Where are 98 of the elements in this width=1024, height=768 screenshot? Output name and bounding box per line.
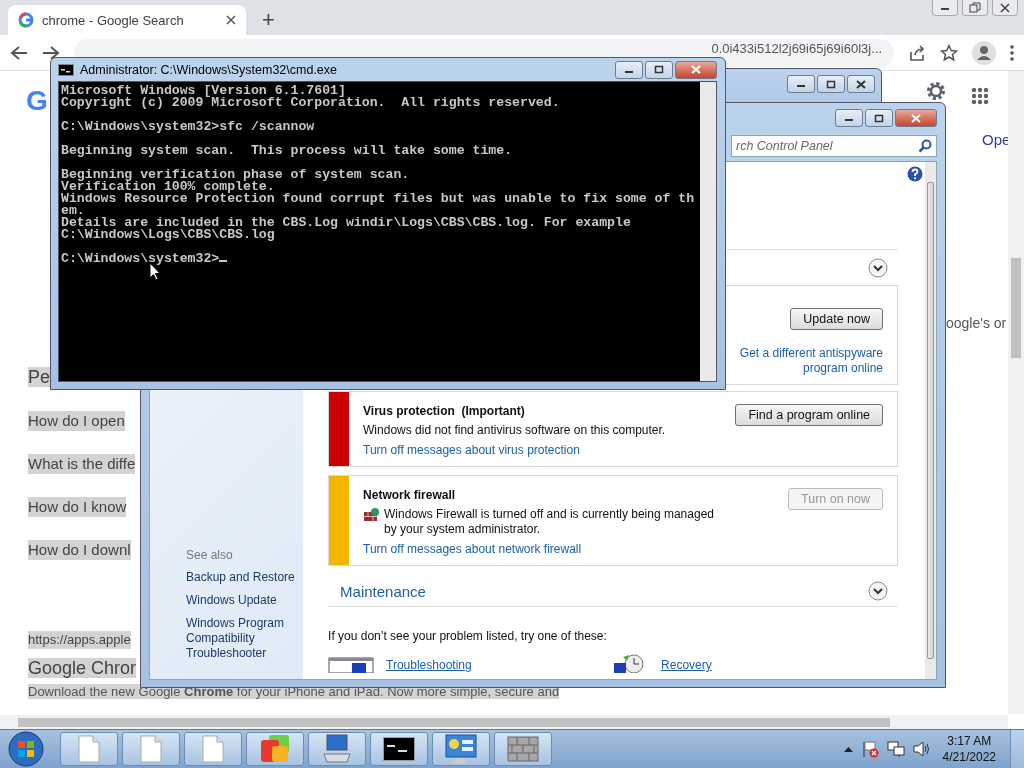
search-field[interactable]: rch Control Panel [731,134,937,157]
close-icon [691,65,701,74]
close-icon[interactable] [226,15,236,25]
alert-message: Windows Firewall is turned off and is currently being managed by your system administrator. [384,507,715,537]
flag-icon[interactable] [860,740,879,758]
new-tab-button[interactable]: + [256,5,281,35]
option-link[interactable]: Troubleshooting [386,658,472,673]
maximize-button[interactable] [645,60,673,79]
option-link[interactable]: Recovery [661,658,712,673]
vertical-scrollbar[interactable] [700,82,716,381]
close-button[interactable] [847,75,875,93]
star-icon[interactable] [940,43,958,62]
vertical-scrollbar[interactable] [1008,71,1024,714]
update-now-button[interactable]: Update now [790,308,884,330]
console-line: Microsoft Windows [Version 6.1.7601] [61,85,346,97]
sidebar-link[interactable]: Windows Update [186,593,304,608]
console-line: Copyright (c) 2009 Microsoft Corporation. All rights reserved. [61,97,561,109]
console-line: Verification 100% complete. [61,181,275,193]
console-line: C:\Windows\system32>sfc /scannow [61,121,316,133]
network-icon[interactable] [886,740,905,758]
share-icon[interactable] [908,43,926,62]
console-icon [58,63,74,76]
minimize-button[interactable] [787,75,815,93]
console-line: em. [61,205,85,217]
close-icon [911,113,921,123]
logo-fragment: G [26,85,48,117]
console-icon [383,737,415,761]
result-snippet: oogle's or [946,315,1007,331]
document-icon [140,735,162,763]
forward-arrow-icon[interactable] [42,44,60,61]
antispyware-link[interactable]: Get a different antispyware program online [723,346,884,376]
alert-message: Windows did not find antivirus software on this computer. [363,423,666,438]
taskbar-button[interactable] [370,732,428,766]
console-line: Details are included in the CBS.Log windir\Logs\CBS\CBS.log. For example [61,217,632,229]
control-panel-icon [445,734,477,764]
question-text[interactable]: How do I downl [28,540,131,560]
console-line: Beginning system scan. This process will take some time. [61,145,514,157]
search-icon [918,138,932,153]
text-cursor-icon [219,260,228,262]
action-button[interactable]: Find a program online [735,404,884,426]
close-button[interactable] [895,109,937,127]
show-hidden-icons-button[interactable] [843,746,853,752]
back-arrow-icon[interactable] [10,44,28,61]
question-text[interactable]: How do I know [28,497,127,517]
vertical-scrollbar[interactable] [925,162,936,679]
apps-grid-icon[interactable] [971,87,989,105]
console-line: C:\Windows\Logs\CBS\CBS.log [61,229,276,241]
question-text[interactable]: What is the diffe [28,454,136,474]
windows-logo-icon [8,731,44,767]
minimize-button[interactable] [932,0,958,16]
close-icon [856,79,866,89]
browser-tab[interactable]: chrome - Google Search [8,5,246,35]
window-icon [328,657,375,673]
clock-time[interactable]: 3:17 AM [947,733,992,749]
brick-wall-icon [363,507,381,522]
help-icon[interactable] [907,166,924,182]
sidebar-link[interactable]: Windows Program Compatibility Troubleshooter [186,616,304,661]
document-icon [78,735,100,763]
question-text[interactable]: How do I open [28,411,125,431]
maximize-icon [826,79,836,89]
maximize-button[interactable] [817,75,845,93]
minimize-button[interactable] [615,60,643,79]
computer-icon [322,734,352,764]
turn-off-messages-link[interactable]: Turn off messages about virus protection [363,443,884,458]
maximize-icon [654,65,664,74]
sidebar-link[interactable]: Backup and Restore [186,570,304,585]
result-heading[interactable]: Google Chror [28,658,137,678]
google-g-icon [18,12,34,28]
minimize-button[interactable] [835,109,863,127]
help-text: If you don’t see your problem listed, try one of these: [328,629,608,643]
restore-button[interactable] [962,0,988,16]
section-heading[interactable]: Maintenance [340,582,426,600]
alert-title: Network firewall [363,488,457,502]
expand-icon[interactable] [868,257,889,278]
clock-date[interactable]: 4/21/2022 [942,749,996,765]
close-button[interactable] [675,60,717,79]
menu-icon[interactable] [1010,44,1014,61]
expand-icon[interactable] [868,581,889,601]
console-line: Beginning verification phase of system scan. [61,169,411,181]
console-line: Windows Resource Protection found corrupt files but was unable to fix some of th [61,193,696,205]
profile-icon[interactable] [972,40,996,65]
alert-title: Virus protection (Important) [363,404,526,418]
result-url[interactable]: https://apps.apple [28,631,131,649]
turn-off-messages-link[interactable]: Turn off messages about network firewall [363,542,884,557]
maximize-icon [874,113,884,123]
colored-squares-icon [260,734,290,764]
document-icon [202,735,224,763]
settings-icon[interactable] [925,80,947,102]
see-also-heading: See also [186,548,234,562]
close-button[interactable] [992,0,1018,16]
restore-icon [969,2,981,13]
close-icon [1000,2,1010,13]
up-arrow-icon [843,746,853,752]
volume-icon[interactable] [912,741,931,757]
maximize-button[interactable] [865,109,893,127]
brick-wall-icon [507,735,539,763]
console-line: C:\Windows\system32> [61,253,698,265]
result-heading[interactable]: Pe [28,367,51,387]
